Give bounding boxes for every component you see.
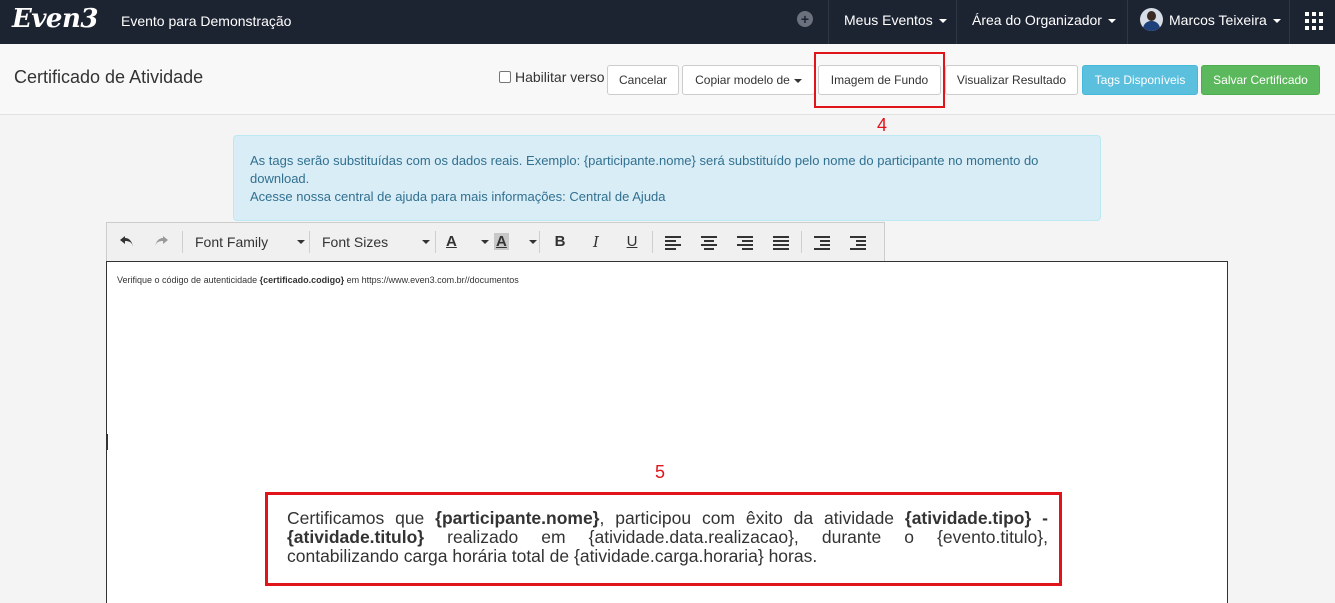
auth-suffix: em https://www.even3.com.br//documentos bbox=[344, 275, 519, 285]
highlight-color-icon: A bbox=[494, 233, 509, 250]
user-name: Marcos Teixeira bbox=[1169, 12, 1267, 28]
highlight-color-button[interactable]: A bbox=[494, 223, 537, 261]
toolbar-divider bbox=[652, 231, 653, 253]
undo-icon[interactable] bbox=[115, 223, 139, 261]
text-color-icon: A bbox=[446, 233, 457, 250]
nav-divider bbox=[1127, 0, 1128, 44]
chevron-down-icon bbox=[422, 240, 430, 244]
menu-area-organizador-label: Área do Organizador bbox=[972, 12, 1102, 28]
certificate-body-text[interactable]: Certificamos que {participante.nome}, pa… bbox=[287, 509, 1048, 566]
toolbar-divider bbox=[539, 231, 540, 253]
available-tags-button[interactable]: Tags Disponíveis bbox=[1082, 65, 1198, 95]
menu-meus-eventos-label: Meus Eventos bbox=[844, 12, 933, 28]
even3-logo[interactable]: Even3 bbox=[12, 4, 98, 34]
chevron-down-icon bbox=[1107, 19, 1116, 24]
callout-box-4 bbox=[814, 52, 945, 108]
font-sizes-dropdown[interactable]: Font Sizes bbox=[322, 223, 432, 261]
user-avatar[interactable] bbox=[1140, 8, 1163, 31]
auth-code-line[interactable]: Verifique o código de autenticidade {cer… bbox=[117, 275, 519, 285]
callout-number-4: 4 bbox=[877, 115, 888, 135]
bold-icon[interactable]: B bbox=[550, 223, 570, 261]
cert-part-2: , participou com êxito da atividade bbox=[599, 508, 905, 528]
plus-circle-icon[interactable]: + bbox=[797, 11, 813, 27]
nav-divider bbox=[956, 0, 957, 44]
copy-model-label: Copiar modelo de bbox=[695, 73, 790, 87]
chevron-down-icon bbox=[481, 240, 489, 244]
menu-user[interactable]: Marcos Teixeira bbox=[1169, 0, 1281, 44]
copy-model-dropdown[interactable]: Copiar modelo de bbox=[682, 65, 815, 95]
apps-grid-icon[interactable] bbox=[1305, 12, 1323, 30]
habilitar-verso-label: Habilitar verso bbox=[515, 69, 605, 85]
toolbar-divider bbox=[182, 231, 183, 253]
indent-icon[interactable] bbox=[850, 236, 866, 250]
save-certificate-button[interactable]: Salvar Certificado bbox=[1201, 65, 1320, 95]
view-result-button[interactable]: Visualizar Resultado bbox=[945, 65, 1078, 95]
chevron-down-icon bbox=[1272, 19, 1281, 24]
cert-part-1: Certificamos que bbox=[287, 508, 436, 528]
align-right-icon[interactable] bbox=[737, 236, 753, 250]
alert-help-line: Acesse nossa central de ajuda para mais … bbox=[250, 188, 1084, 206]
editor-toolbar: Font Family Font Sizes A A B I U bbox=[106, 222, 885, 262]
page-title: Certificado de Atividade bbox=[14, 67, 204, 87]
outdent-icon[interactable] bbox=[814, 236, 830, 250]
cancel-button[interactable]: Cancelar bbox=[607, 65, 679, 95]
toolbar-divider bbox=[801, 231, 802, 253]
chevron-down-icon bbox=[938, 19, 947, 24]
top-navbar: Even3 Evento para Demonstração + Meus Ev… bbox=[0, 0, 1335, 44]
underline-icon[interactable]: U bbox=[622, 223, 642, 261]
chevron-down-icon bbox=[297, 240, 305, 244]
callout-number-5: 5 bbox=[655, 462, 666, 482]
nav-divider bbox=[1289, 0, 1290, 44]
alert-help-prefix: Acesse nossa central de ajuda para mais … bbox=[250, 189, 570, 204]
menu-area-organizador[interactable]: Área do Organizador bbox=[972, 0, 1116, 44]
help-center-link[interactable]: Central de Ajuda bbox=[569, 189, 665, 204]
cert-tag-participante: {participante.nome} bbox=[435, 508, 600, 528]
font-family-label: Font Family bbox=[195, 234, 269, 250]
event-name[interactable]: Evento para Demonstração bbox=[121, 13, 291, 29]
menu-meus-eventos[interactable]: Meus Eventos bbox=[844, 0, 947, 44]
chevron-down-icon bbox=[793, 78, 802, 83]
auth-prefix: Verifique o código de autenticidade bbox=[117, 275, 260, 285]
font-sizes-label: Font Sizes bbox=[322, 234, 389, 250]
chevron-down-icon bbox=[529, 240, 537, 244]
toolbar-divider bbox=[435, 231, 436, 253]
text-color-button[interactable]: A bbox=[446, 223, 489, 261]
justify-icon[interactable] bbox=[773, 236, 789, 250]
habilitar-verso-checkbox[interactable]: Habilitar verso bbox=[499, 69, 604, 85]
redo-icon[interactable] bbox=[149, 223, 173, 261]
tags-info-alert: As tags serão substituídas com os dados … bbox=[233, 135, 1101, 221]
italic-icon[interactable]: I bbox=[586, 223, 606, 261]
font-family-dropdown[interactable]: Font Family bbox=[195, 223, 305, 261]
toolbar-divider bbox=[309, 231, 310, 253]
align-center-icon[interactable] bbox=[701, 236, 717, 250]
nav-divider bbox=[828, 0, 829, 44]
align-left-icon[interactable] bbox=[665, 236, 681, 250]
alert-text: As tags serão substituídas com os dados … bbox=[250, 153, 1039, 186]
editor-caret bbox=[106, 434, 108, 450]
auth-tag: {certificado.codigo} bbox=[259, 275, 345, 285]
checkbox-box[interactable] bbox=[499, 71, 511, 83]
